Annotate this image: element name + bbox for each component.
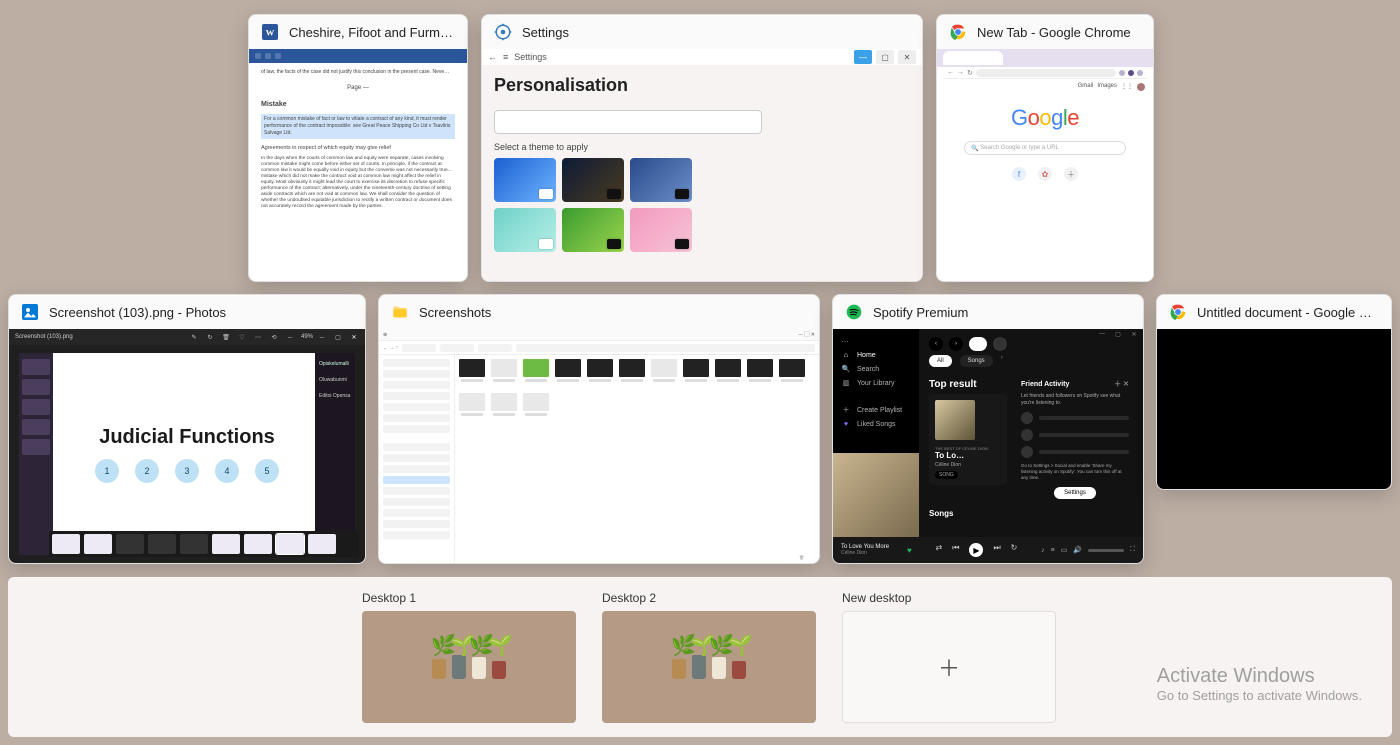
window-title: Untitled document - Google Do…	[1197, 305, 1379, 320]
prev-icon: ⏮	[952, 543, 959, 557]
folder-icon	[391, 303, 409, 321]
settings-preview: ← ≡ Settings — ▢ ✕ Personalisation Selec…	[482, 49, 922, 281]
window-title: Settings	[522, 25, 569, 40]
theme-grid	[494, 158, 922, 252]
search-icon: 🔍	[841, 365, 851, 373]
google-search-box: 🔍 Search Google or type a URL	[964, 141, 1126, 155]
task-view: W Cheshire, Fifoot and Furmsto… of law, …	[0, 0, 1400, 745]
window-card-docs[interactable]: Untitled document - Google Do…	[1156, 294, 1392, 490]
spotify-tab-songs: Songs	[960, 355, 993, 367]
window-header: W Cheshire, Fifoot and Furmsto…	[249, 15, 467, 49]
fullscreen-icon: ⛶	[1130, 546, 1135, 554]
nav-back-icon: ‹	[929, 337, 943, 351]
desktop-2[interactable]: Desktop 2 🌿🌱🌿🌱	[602, 591, 816, 723]
rotate-icon: ↻	[205, 334, 215, 341]
spotify-player-bar: To Love You MoreCéline Dion ♥ ⇄ ⏮ ▶ ⏭ ↻ …	[833, 537, 1143, 563]
queue-icon: ≡	[1051, 547, 1055, 554]
liked-icon: ♥	[841, 421, 851, 428]
window-title: New Tab - Google Chrome	[977, 25, 1131, 40]
back-icon: ←	[488, 52, 497, 62]
new-desktop[interactable]: New desktop ＋	[842, 591, 1056, 723]
spotify-preview: —▢✕ ⋯ ⌂Home 🔍Search ▥Your Library ＋Creat…	[833, 329, 1143, 563]
settings-icon	[494, 23, 512, 41]
lyrics-icon: ♪	[1041, 547, 1045, 554]
volume-icon: 🔊	[1073, 546, 1082, 554]
window-header: New Tab - Google Chrome	[937, 15, 1153, 49]
word-preview: of law, the facts of the case did not ju…	[249, 49, 467, 281]
close-icon: ✕	[349, 334, 359, 341]
window-card-chrome[interactable]: New Tab - Google Chrome ←→↻ GmailImages⋮…	[936, 14, 1154, 282]
shuffle-icon: ⇄	[936, 543, 943, 557]
desktop-thumbnail[interactable]: 🌿🌱🌿🌱	[602, 611, 816, 723]
explorer-preview: ⊕－ ▢ ✕ ← → ↑	[379, 329, 819, 563]
window-card-word[interactable]: W Cheshire, Fifoot and Furmsto… of law, …	[248, 14, 468, 282]
explorer-nav	[379, 355, 455, 563]
search-pill	[969, 337, 987, 351]
slide-title: Judicial Functions	[99, 426, 275, 449]
chrome-shortcuts: f ✿ ＋	[1012, 167, 1078, 181]
plus-icon: ＋	[938, 651, 960, 683]
friend-activity: Friend Activity＋ ✕ Let friends and follo…	[1017, 375, 1133, 503]
chrome-icon	[1169, 303, 1187, 321]
window-title: Cheshire, Fifoot and Furmsto…	[289, 25, 455, 40]
chrome-preview: ←→↻ GmailImages⋮⋮ Google 🔍 Search Google…	[937, 49, 1153, 281]
settings-button: Settings	[1054, 487, 1096, 499]
home-icon: ⌂	[841, 352, 851, 359]
virtual-desktops-bar: Desktop 1 🌿🌱🌿🌱 Desktop 2 🌿🌱🌿🌱 New deskto…	[8, 577, 1392, 737]
window-header: Screenshots	[379, 295, 819, 329]
explorer-thumbnails	[459, 359, 815, 421]
window-card-settings[interactable]: Settings ← ≡ Settings — ▢ ✕ Personalisat…	[481, 14, 923, 282]
heart-icon: ♡	[237, 334, 247, 341]
svg-text:W: W	[266, 27, 275, 37]
docs-preview	[1157, 329, 1391, 489]
next-icon: ⏭	[993, 543, 1000, 557]
settings-heading: Personalisation	[494, 75, 922, 96]
delete-icon: 🗑	[221, 334, 231, 341]
theme-current-preview	[494, 110, 762, 134]
maximize-icon: ▢	[876, 50, 894, 64]
activate-windows-watermark: Activate Windows Go to Settings to activ…	[1157, 665, 1362, 703]
settings-label: Select a theme to apply	[494, 142, 922, 152]
library-icon: ▥	[841, 379, 851, 387]
window-title: Screenshots	[419, 305, 491, 320]
desktop-label: Desktop 1	[362, 591, 576, 605]
photos-icon	[21, 303, 39, 321]
google-logo: Google	[1011, 105, 1079, 131]
window-title: Spotify Premium	[873, 305, 968, 320]
hamburger-icon: ≡	[503, 52, 508, 62]
photos-slide: Opiskelumalli Oluwabunmi Editoi Opensa J…	[19, 353, 355, 555]
window-title: Screenshot (103).png - Photos	[49, 305, 226, 320]
nav-fwd-icon: ›	[949, 337, 963, 351]
window-header: Settings	[482, 15, 922, 49]
plus-icon: ＋	[841, 405, 851, 415]
chrome-icon	[949, 23, 967, 41]
edit-icon: ✎	[189, 334, 199, 341]
window-header: Untitled document - Google Do…	[1157, 295, 1391, 329]
play-icon: ▶	[969, 543, 983, 557]
desktop-label: New desktop	[842, 591, 1056, 605]
spotify-tab-all: All	[929, 355, 952, 367]
desktop-thumbnail[interactable]: 🌿🌱🌿🌱	[362, 611, 576, 723]
window-header: Screenshot (103).png - Photos	[9, 295, 365, 329]
minimize-icon: —	[854, 50, 872, 64]
window-header: Spotify Premium	[833, 295, 1143, 329]
avatar	[993, 337, 1007, 351]
devices-icon: ▭	[1061, 546, 1068, 554]
new-desktop-button[interactable]: ＋	[842, 611, 1056, 723]
recycle-icon: 🗑	[799, 555, 813, 561]
spotify-cover-art	[833, 453, 919, 537]
word-icon: W	[261, 23, 279, 41]
spotify-top-result: THE BEST OF CÉLINE DION To Lo… Céline Di…	[929, 394, 1007, 485]
photos-filmstrip	[49, 531, 359, 557]
photos-preview: Screenshot (103).png ✎ ↻ 🗑 ♡ ⋯ ⟲ － 49% －…	[9, 329, 365, 563]
window-card-explorer[interactable]: Screenshots ⊕－ ▢ ✕ ← → ↑	[378, 294, 820, 564]
window-card-spotify[interactable]: Spotify Premium —▢✕ ⋯ ⌂Home 🔍Search ▥You…	[832, 294, 1144, 564]
repeat-icon: ↻	[1011, 543, 1018, 557]
window-card-photos[interactable]: Screenshot (103).png - Photos Screenshot…	[8, 294, 366, 564]
desktop-label: Desktop 2	[602, 591, 816, 605]
desktop-1[interactable]: Desktop 1 🌿🌱🌿🌱	[362, 591, 576, 723]
heart-icon: ♥	[907, 546, 912, 555]
spotify-icon	[845, 303, 863, 321]
close-icon: ✕	[898, 50, 916, 64]
